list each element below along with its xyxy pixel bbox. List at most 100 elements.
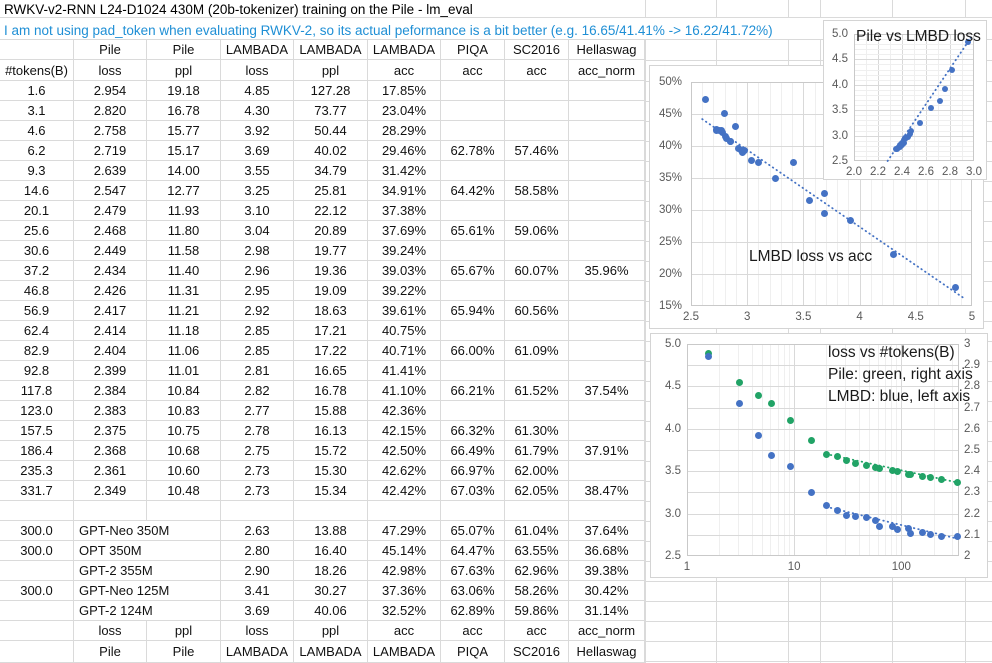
table-cell[interactable] (0, 601, 74, 621)
table-header-cell[interactable]: acc (441, 60, 505, 81)
table-cell[interactable] (441, 321, 505, 341)
table-cell[interactable]: 62.96% (505, 561, 569, 581)
table-cell[interactable]: 2.468 (74, 221, 147, 241)
table-cell[interactable]: 3.1 (0, 101, 74, 121)
table-cell[interactable]: 25.6 (0, 221, 74, 241)
table-cell[interactable]: 11.31 (147, 281, 221, 301)
table-cell[interactable]: 13.88 (294, 521, 368, 541)
table-cell[interactable]: 2.78 (221, 421, 294, 441)
table-cell[interactable] (569, 321, 645, 341)
table-cell[interactable]: 2.417 (74, 301, 147, 321)
table-cell[interactable]: 30.42% (569, 581, 645, 601)
table-cell[interactable] (505, 501, 569, 521)
table-cell[interactable] (505, 201, 569, 221)
table-cell[interactable]: 2.399 (74, 361, 147, 381)
table-cell[interactable]: 4.6 (0, 121, 74, 141)
table-cell[interactable]: 16.40 (294, 541, 368, 561)
table-cell[interactable]: 186.4 (0, 441, 74, 461)
table-cell[interactable] (505, 241, 569, 261)
table-cell[interactable] (441, 161, 505, 181)
table-header-cell[interactable]: #tokens(B) (0, 60, 74, 81)
table-cell[interactable]: 15.72 (294, 441, 368, 461)
table-cell[interactable]: 17.21 (294, 321, 368, 341)
table-cell[interactable] (74, 501, 147, 521)
table-header-cell[interactable]: acc_norm (569, 60, 645, 81)
table-header-cell[interactable]: ppl (147, 60, 221, 81)
table-cell[interactable]: 37.2 (0, 261, 74, 281)
table-cell[interactable] (0, 561, 74, 581)
table-cell[interactable]: 2.361 (74, 461, 147, 481)
table-footer-cell[interactable]: loss (221, 621, 294, 641)
table-cell[interactable]: 59.86% (505, 601, 569, 621)
table-header-cell[interactable]: loss (74, 60, 147, 81)
table-cell[interactable] (441, 241, 505, 261)
table-cell[interactable]: 20.89 (294, 221, 368, 241)
table-cell[interactable] (368, 501, 441, 521)
table-cell[interactable]: 9.3 (0, 161, 74, 181)
table-header-cell[interactable]: acc (505, 60, 569, 81)
model-name-cell[interactable]: GPT-Neo 125M (74, 581, 221, 601)
table-cell[interactable]: 17.22 (294, 341, 368, 361)
table-cell[interactable]: 32.52% (368, 601, 441, 621)
table-cell[interactable] (441, 101, 505, 121)
table-cell[interactable]: 2.639 (74, 161, 147, 181)
table-cell[interactable]: 28.29% (368, 121, 441, 141)
table-cell[interactable]: 16.65 (294, 361, 368, 381)
table-cell[interactable] (505, 361, 569, 381)
table-cell[interactable]: 65.07% (441, 521, 505, 541)
table-footer-cell[interactable]: LAMBADA (368, 641, 441, 663)
table-cell[interactable]: 2.63 (221, 521, 294, 541)
table-cell[interactable]: 10.83 (147, 401, 221, 421)
table-footer-cell[interactable]: LAMBADA (221, 641, 294, 663)
table-cell[interactable]: 19.18 (147, 81, 221, 101)
table-cell[interactable] (505, 161, 569, 181)
table-cell[interactable]: 2.449 (74, 241, 147, 261)
table-cell[interactable]: 66.97% (441, 461, 505, 481)
table-cell[interactable]: 2.758 (74, 121, 147, 141)
table-cell[interactable] (569, 141, 645, 161)
table-cell[interactable]: 39.61% (368, 301, 441, 321)
table-cell[interactable]: 10.60 (147, 461, 221, 481)
table-cell[interactable]: 57.46% (505, 141, 569, 161)
table-cell[interactable]: 3.69 (221, 141, 294, 161)
table-cell[interactable]: 60.56% (505, 301, 569, 321)
table-cell[interactable]: 37.36% (368, 581, 441, 601)
table-cell[interactable]: 2.77 (221, 401, 294, 421)
table-cell[interactable] (441, 501, 505, 521)
table-footer-cell[interactable]: ppl (294, 621, 368, 641)
table-cell[interactable]: 2.384 (74, 381, 147, 401)
table-cell[interactable]: 42.36% (368, 401, 441, 421)
table-cell[interactable]: 11.21 (147, 301, 221, 321)
table-cell[interactable] (441, 401, 505, 421)
table-cell[interactable]: 2.90 (221, 561, 294, 581)
table-cell[interactable]: 16.78 (147, 101, 221, 121)
table-cell[interactable]: 2.383 (74, 401, 147, 421)
table-cell[interactable]: 11.80 (147, 221, 221, 241)
table-footer-cell[interactable]: LAMBADA (294, 641, 368, 663)
table-cell[interactable]: 11.06 (147, 341, 221, 361)
table-cell[interactable]: 22.12 (294, 201, 368, 221)
table-cell[interactable]: 45.14% (368, 541, 441, 561)
table-footer-cell[interactable]: acc (368, 621, 441, 641)
table-cell[interactable]: 39.03% (368, 261, 441, 281)
table-cell[interactable]: 66.49% (441, 441, 505, 461)
table-cell[interactable]: 39.24% (368, 241, 441, 261)
table-cell[interactable]: 2.85 (221, 341, 294, 361)
table-cell[interactable]: 10.75 (147, 421, 221, 441)
table-cell[interactable]: 29.46% (368, 141, 441, 161)
table-cell[interactable]: 15.34 (294, 481, 368, 501)
table-cell[interactable]: 2.73 (221, 461, 294, 481)
table-cell[interactable]: 40.71% (368, 341, 441, 361)
table-cell[interactable] (441, 281, 505, 301)
table-footer-cell[interactable]: Pile (147, 641, 221, 663)
table-cell[interactable]: 40.02 (294, 141, 368, 161)
table-cell[interactable]: 2.96 (221, 261, 294, 281)
table-cell[interactable]: 2.85 (221, 321, 294, 341)
table-cell[interactable] (441, 81, 505, 101)
table-cell[interactable]: 40.75% (368, 321, 441, 341)
table-cell[interactable]: 3.55 (221, 161, 294, 181)
table-cell[interactable] (569, 241, 645, 261)
table-cell[interactable] (0, 501, 74, 521)
table-cell[interactable]: 2.92 (221, 301, 294, 321)
table-cell[interactable]: 37.69% (368, 221, 441, 241)
